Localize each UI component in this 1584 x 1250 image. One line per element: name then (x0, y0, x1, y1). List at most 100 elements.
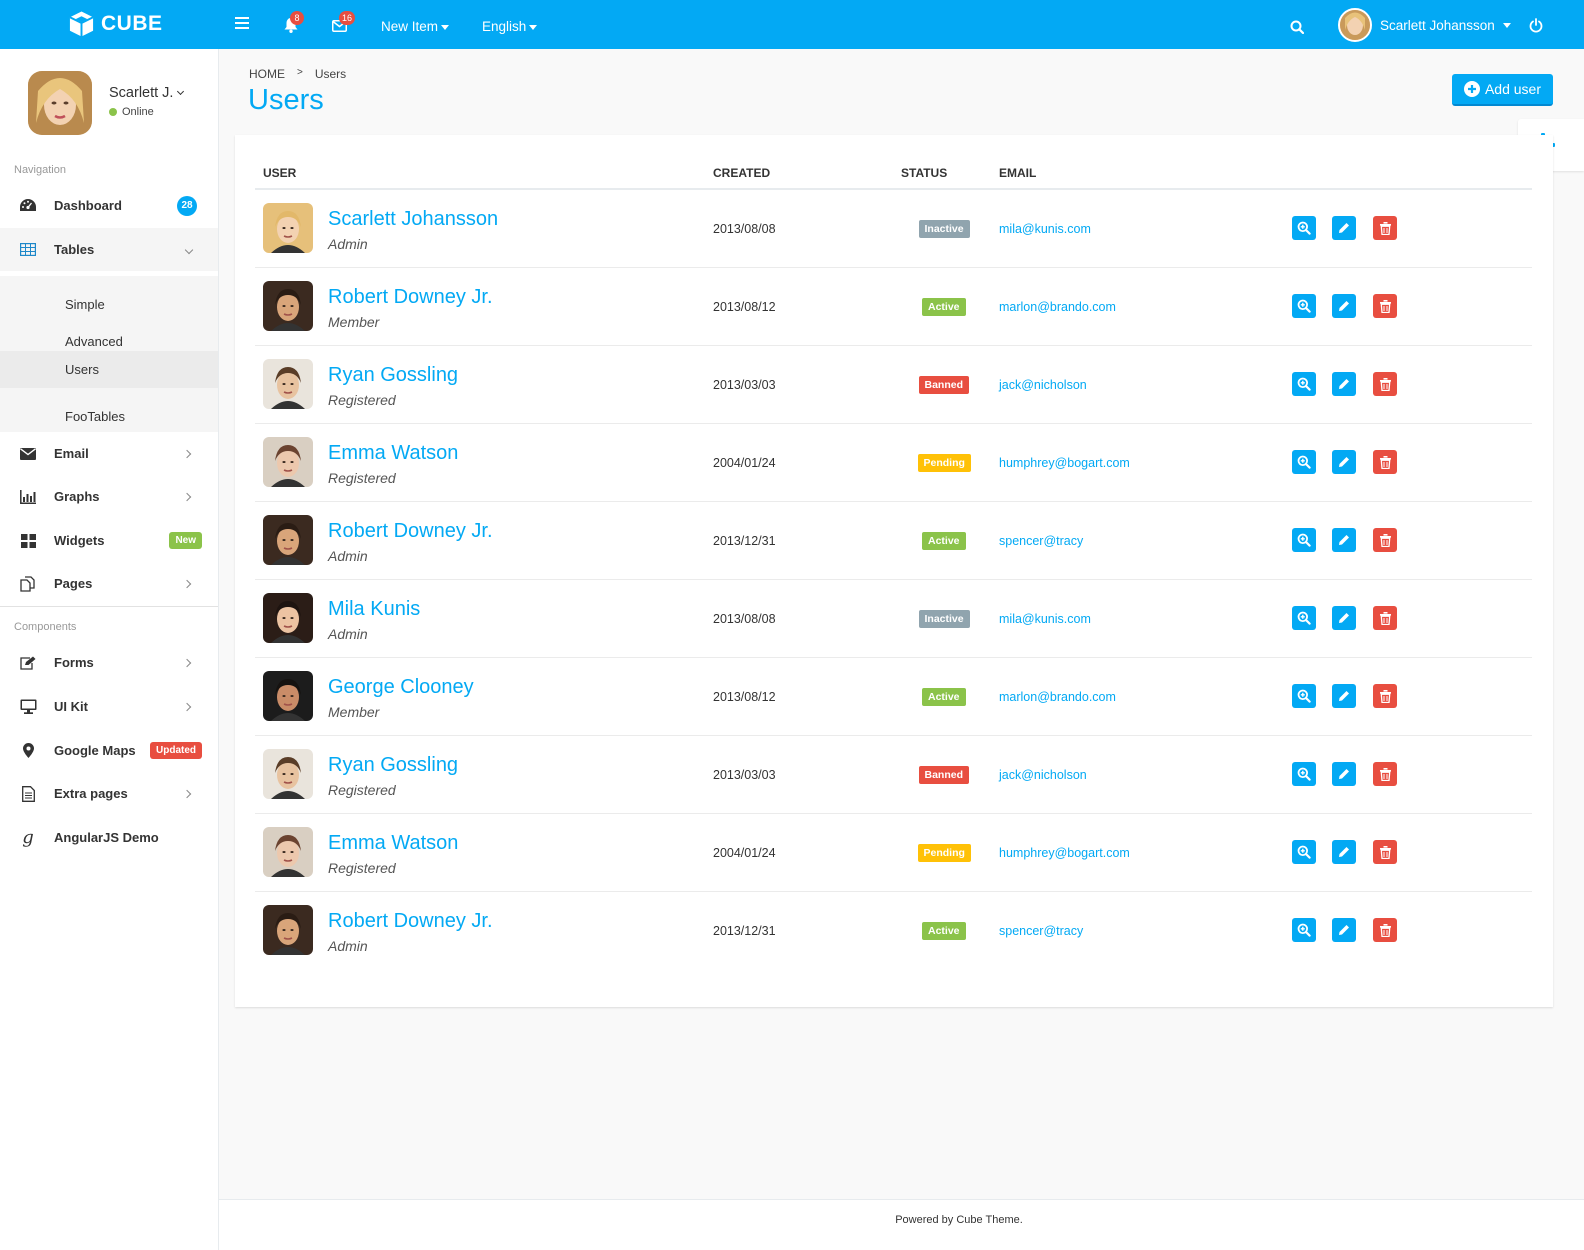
submenu-item-users[interactable]: Users (0, 351, 218, 388)
email-link[interactable]: marlon@brando.com (999, 690, 1116, 704)
components-heading: Components (14, 621, 77, 633)
view-user-button[interactable] (1292, 762, 1316, 786)
breadcrumb: HOME > Users (249, 67, 346, 81)
edit-user-button[interactable] (1332, 918, 1356, 942)
email-link[interactable]: jack@nicholson (999, 378, 1087, 392)
column-header-user[interactable]: USER (263, 166, 296, 180)
user-name-link[interactable]: Robert Downey Jr. (328, 520, 493, 543)
delete-user-button[interactable] (1373, 762, 1397, 786)
sidebar-item-widgets[interactable]: Widgets New (0, 519, 218, 562)
user-role: Registered (328, 392, 396, 408)
delete-user-button[interactable] (1373, 684, 1397, 708)
pencil-icon (1339, 457, 1349, 467)
delete-user-button[interactable] (1373, 372, 1397, 396)
delete-user-button[interactable] (1373, 294, 1397, 318)
hamburger-icon[interactable] (235, 17, 249, 32)
breadcrumb-separator-icon: > (297, 67, 303, 78)
power-icon[interactable] (1529, 18, 1543, 36)
trash-icon (1379, 455, 1391, 469)
breadcrumb-home[interactable]: HOME (249, 67, 285, 81)
edit-user-button[interactable] (1332, 372, 1356, 396)
edit-user-button[interactable] (1332, 840, 1356, 864)
sidebar-item-dashboard[interactable]: Dashboard 28 (0, 184, 218, 227)
user-name-link[interactable]: Emma Watson (328, 442, 458, 465)
online-status: Online (109, 106, 183, 118)
column-header-email[interactable]: EMAIL (999, 166, 1036, 180)
sidebar-item-forms[interactable]: Forms (0, 641, 218, 684)
edit-user-button[interactable] (1332, 606, 1356, 630)
delete-user-button[interactable] (1373, 606, 1397, 630)
view-user-button[interactable] (1292, 684, 1316, 708)
caret-down-icon (441, 24, 450, 30)
edit-user-button[interactable] (1332, 450, 1356, 474)
user-name-link[interactable]: Ryan Gossling (328, 754, 458, 777)
sidebar-item-extra-pages[interactable]: Extra pages (0, 772, 218, 815)
edit-user-button[interactable] (1332, 684, 1356, 708)
email-link[interactable]: jack@nicholson (999, 768, 1087, 782)
sidebar-item-graphs[interactable]: Graphs (0, 475, 218, 518)
sidebar-item-email[interactable]: Email (0, 432, 218, 475)
column-header-status[interactable]: STATUS (901, 166, 947, 180)
sidebar-item-uikit[interactable]: UI Kit (0, 685, 218, 728)
view-user-button[interactable] (1292, 216, 1316, 240)
avatar (263, 593, 313, 643)
new-item-dropdown[interactable]: New Item (381, 19, 450, 34)
avatar (263, 281, 313, 331)
edit-user-button[interactable] (1332, 762, 1356, 786)
email-link[interactable]: humphrey@bogart.com (999, 846, 1130, 860)
user-name-link[interactable]: Robert Downey Jr. (328, 910, 493, 933)
table-row: Mila Kunis Admin 2013/08/08 Inactive mil… (255, 580, 1532, 658)
edit-user-button[interactable] (1332, 216, 1356, 240)
submenu-item-simple[interactable]: Simple (0, 286, 218, 323)
delete-user-button[interactable] (1373, 216, 1397, 240)
user-name-link[interactable]: Scarlett Johansson (328, 208, 498, 231)
email-link[interactable]: marlon@brando.com (999, 300, 1116, 314)
delete-user-button[interactable] (1373, 450, 1397, 474)
email-link[interactable]: humphrey@bogart.com (999, 456, 1130, 470)
view-user-button[interactable] (1292, 294, 1316, 318)
view-user-button[interactable] (1292, 606, 1316, 630)
language-dropdown[interactable]: English (482, 19, 538, 34)
trash-icon (1379, 221, 1391, 235)
view-user-button[interactable] (1292, 840, 1316, 864)
user-role: Member (328, 314, 380, 330)
user-name-link[interactable]: Mila Kunis (328, 598, 420, 621)
sidebar-item-label: Pages (54, 576, 93, 591)
trash-icon (1379, 845, 1391, 859)
delete-user-button[interactable] (1373, 528, 1397, 552)
view-user-button[interactable] (1292, 450, 1316, 474)
pencil-icon (1339, 925, 1349, 935)
status-badge: Banned (918, 766, 970, 784)
delete-user-button[interactable] (1373, 840, 1397, 864)
edit-user-button[interactable] (1332, 528, 1356, 552)
search-icon[interactable] (1290, 20, 1305, 37)
view-user-button[interactable] (1292, 528, 1316, 552)
email-link[interactable]: mila@kunis.com (999, 222, 1091, 236)
sidebar-item-google-maps[interactable]: Google Maps Updated (0, 729, 218, 772)
sidebar-item-tables[interactable]: Tables (0, 228, 218, 271)
sidebar-item-pages[interactable]: Pages (0, 562, 218, 605)
avatar (263, 905, 313, 955)
email-link[interactable]: mila@kunis.com (999, 612, 1091, 626)
user-name-link[interactable]: Ryan Gossling (328, 364, 458, 387)
user-menu[interactable]: Scarlett Johansson (1338, 8, 1511, 42)
cube-icon (69, 11, 94, 37)
profile-name-dropdown[interactable]: Scarlett J. (109, 85, 185, 101)
map-marker-icon (18, 743, 38, 758)
footer: Powered by Cube Theme. (219, 1199, 1584, 1250)
user-name-link[interactable]: Emma Watson (328, 832, 458, 855)
sidebar-item-angularjs-demo[interactable]: g AngularJS Demo (0, 816, 218, 859)
add-user-button[interactable]: Add user (1452, 74, 1553, 106)
delete-user-button[interactable] (1373, 918, 1397, 942)
view-user-button[interactable] (1292, 918, 1316, 942)
submenu-item-footables[interactable]: FooTables (0, 398, 218, 435)
column-header-created[interactable]: CREATED (713, 166, 770, 180)
brand-logo[interactable]: CUBE (68, 10, 163, 38)
email-link[interactable]: spencer@tracy (999, 924, 1083, 938)
view-user-button[interactable] (1292, 372, 1316, 396)
user-name-link[interactable]: Robert Downey Jr. (328, 286, 493, 309)
edit-user-button[interactable] (1332, 294, 1356, 318)
pencil-icon (1339, 613, 1349, 623)
email-link[interactable]: spencer@tracy (999, 534, 1083, 548)
user-name-link[interactable]: George Clooney (328, 676, 474, 699)
